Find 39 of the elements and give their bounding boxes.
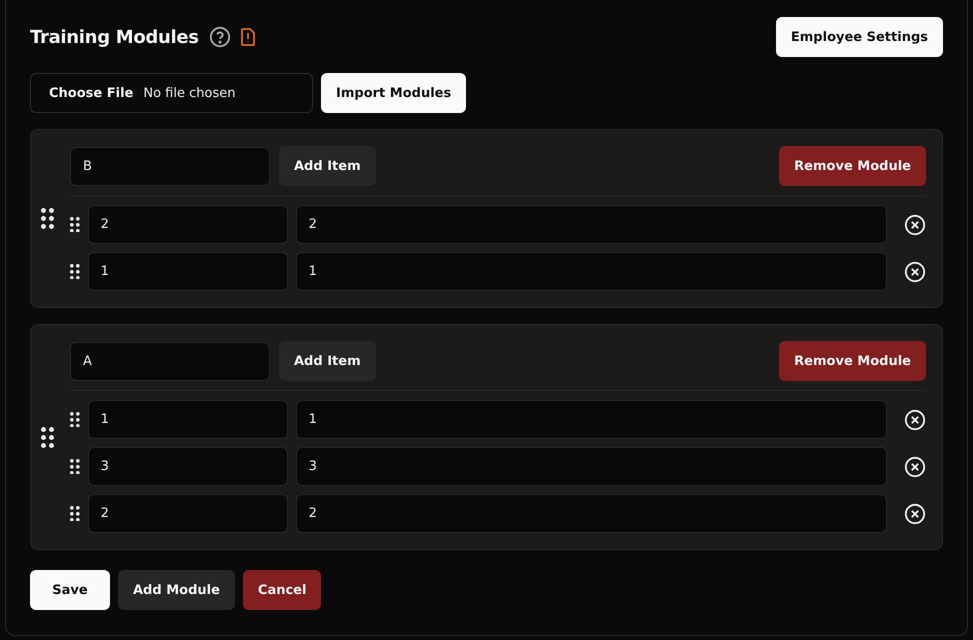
drag-handle-icon[interactable]	[70, 216, 80, 232]
help-icon[interactable]	[208, 26, 231, 48]
drag-handle-icon[interactable]	[70, 458, 80, 474]
add-item-button[interactable]: Add Item	[279, 146, 376, 186]
drag-handle-icon[interactable]	[70, 264, 80, 280]
item-key-field[interactable]: 2	[88, 205, 288, 244]
remove-module-button[interactable]: Remove Module	[779, 146, 926, 186]
page-title: Training Modules	[30, 26, 199, 48]
item-key-field[interactable]: 3	[88, 447, 288, 486]
remove-icon[interactable]	[904, 260, 926, 282]
import-modules-button[interactable]: Import Modules	[321, 73, 466, 113]
drag-handle-icon[interactable]	[70, 412, 80, 428]
item-key-field[interactable]: 2	[88, 494, 288, 533]
remove-icon[interactable]	[904, 408, 926, 430]
add-item-button[interactable]: Add Item	[279, 341, 376, 381]
footer-button[interactable]: Add Module	[118, 570, 235, 610]
file-status: No file chosen	[143, 86, 236, 100]
item-value-field[interactable]: 2	[296, 494, 887, 533]
file-input[interactable]: Choose File No file chosen	[30, 73, 313, 113]
drag-handle-icon[interactable]	[41, 426, 54, 448]
remove-icon[interactable]	[904, 214, 926, 236]
remove-icon[interactable]	[904, 502, 926, 524]
drag-handle-icon[interactable]	[41, 208, 54, 229]
module-name-field[interactable]: B	[70, 146, 270, 186]
remove-module-button[interactable]: Remove Module	[779, 341, 926, 381]
module-name-field[interactable]: A	[70, 342, 270, 380]
item-key-field[interactable]: 1	[88, 400, 288, 439]
choose-file-label[interactable]: Choose File	[49, 86, 134, 100]
remove-icon[interactable]	[904, 456, 926, 478]
footer-button[interactable]: Save	[30, 570, 110, 610]
employee-settings-button[interactable]: Employee Settings	[776, 17, 943, 57]
item-key-field[interactable]: 1	[88, 252, 288, 291]
item-value-field[interactable]: 1	[296, 252, 887, 291]
item-value-field[interactable]: 3	[296, 447, 887, 486]
footer-button[interactable]: Cancel	[242, 570, 322, 610]
warning-file-icon[interactable]	[240, 28, 255, 46]
item-value-field[interactable]: 2	[296, 205, 887, 244]
item-value-field[interactable]: 1	[296, 400, 887, 439]
drag-handle-icon[interactable]	[70, 506, 80, 522]
